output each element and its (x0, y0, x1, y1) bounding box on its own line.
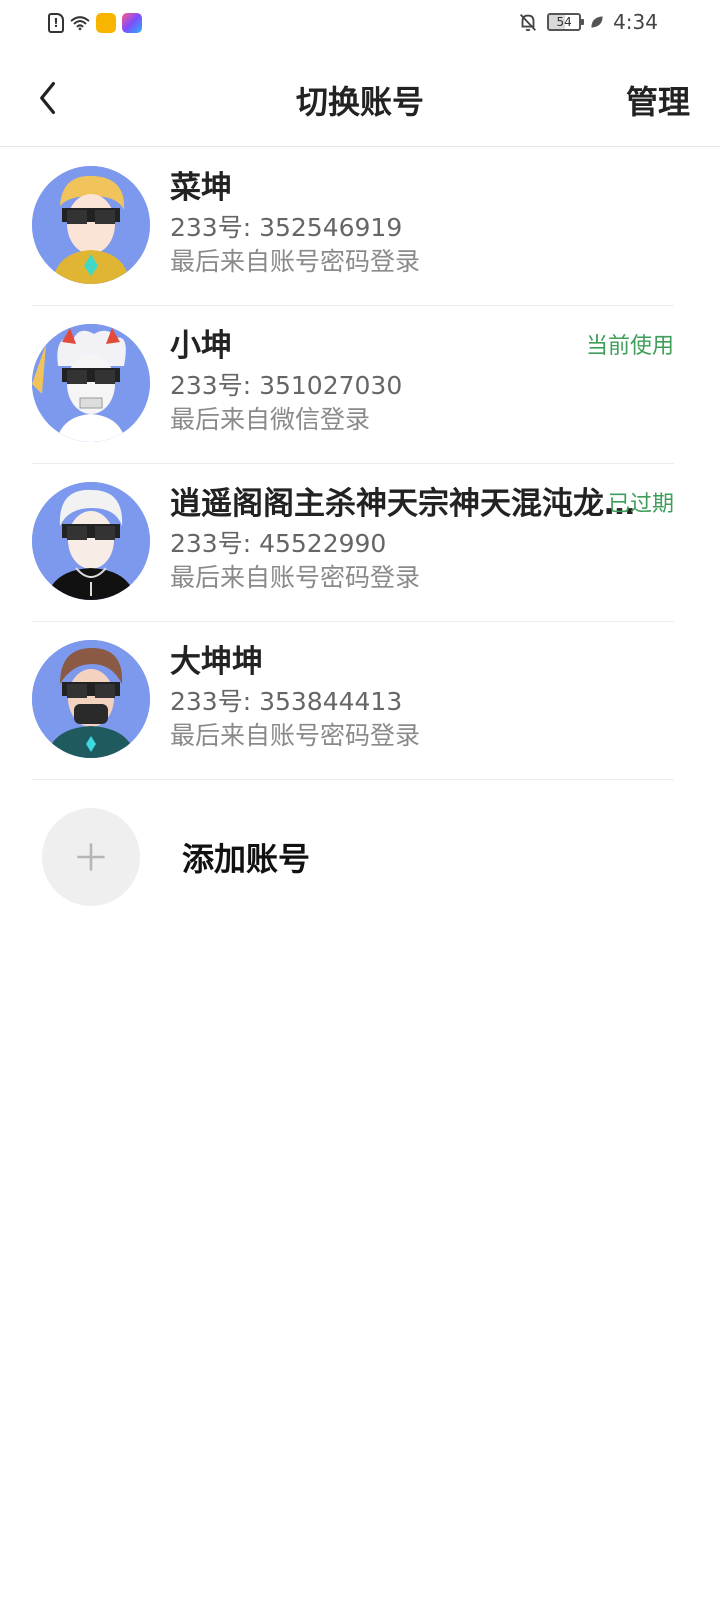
bell-off-icon (520, 14, 537, 32)
add-account-circle (42, 808, 140, 906)
avatar (32, 324, 150, 442)
add-account-button[interactable]: 添加账号 (42, 808, 310, 906)
account-info: 菜坤 233号: 352546919 最后来自账号密码登录 (170, 168, 674, 278)
account-item[interactable]: 大坤坤 233号: 353844413 最后来自账号密码登录 (32, 622, 674, 780)
account-item[interactable]: 小坤 233号: 351027030 最后来自微信登录 当前使用 (32, 306, 674, 464)
avatar (32, 166, 150, 284)
account-id: 233号: 351027030 (170, 371, 403, 400)
account-login-method: 最后来自微信登录 (170, 405, 371, 434)
status-left-icons: ! (48, 12, 142, 34)
account-login-method: 最后来自账号密码登录 (170, 563, 421, 592)
status-bar: ! 54 4:34 (0, 0, 720, 50)
app-notification-icon (122, 13, 142, 33)
page-title: 切换账号 (295, 83, 424, 121)
avatar (32, 640, 150, 758)
account-item[interactable]: 逍遥阁阁主杀神天宗神天混沌龙… 233号: 45522990 最后来自账号密码登… (32, 464, 674, 622)
account-id: 233号: 45522990 (170, 529, 387, 558)
avatar-image (32, 482, 150, 600)
sim-alert-icon: ! (48, 13, 64, 33)
manage-button[interactable]: 管理 (626, 77, 690, 123)
battery-icon: 54 (547, 13, 585, 31)
app-notification-icon (96, 13, 116, 33)
account-id: 233号: 353844413 (170, 687, 403, 716)
avatar-image (32, 166, 150, 284)
account-name: 菜坤 (170, 170, 232, 206)
current-account-badge: 当前使用 (585, 334, 674, 359)
clock-time: 4:34 (613, 10, 658, 34)
expired-badge: 已过期 (607, 492, 674, 517)
account-info: 大坤坤 233号: 353844413 最后来自账号密码登录 (170, 642, 674, 752)
account-name: 大坤坤 (170, 644, 263, 680)
avatar-image (32, 324, 150, 442)
plus-icon (77, 843, 105, 871)
leaf-icon (591, 16, 603, 28)
account-list: 菜坤 233号: 352546919 最后来自账号密码登录 小坤 233号: 3… (0, 148, 720, 780)
account-login-method: 最后来自账号密码登录 (170, 247, 421, 276)
account-item[interactable]: 菜坤 233号: 352546919 最后来自账号密码登录 (32, 148, 674, 306)
account-id: 233号: 352546919 (170, 213, 403, 242)
status-right-icons: 54 4:34 (517, 10, 658, 34)
account-name: 逍遥阁阁主杀神天宗神天混沌龙… (170, 486, 635, 522)
account-info: 逍遥阁阁主杀神天宗神天混沌龙… 233号: 45522990 最后来自账号密码登… (170, 484, 674, 594)
page-header: 切换账号 管理 (0, 50, 720, 147)
avatar-image (32, 640, 150, 758)
account-login-method: 最后来自账号密码登录 (170, 721, 421, 750)
wifi-icon (70, 16, 90, 31)
avatar (32, 482, 150, 600)
add-account-label: 添加账号 (182, 840, 311, 878)
